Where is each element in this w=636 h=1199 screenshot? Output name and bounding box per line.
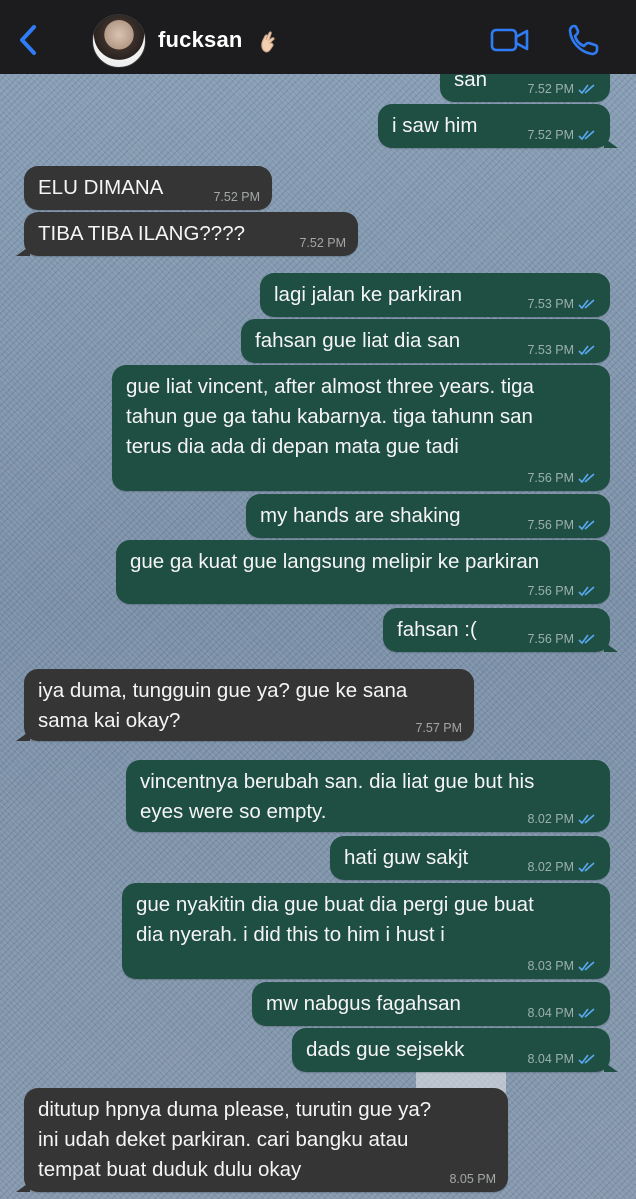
- avatar[interactable]: [92, 14, 146, 68]
- bubble-tail: [604, 138, 618, 148]
- bubble-tail: [16, 246, 30, 256]
- bubble-tail: [604, 1062, 618, 1072]
- message-time: 7.52 PM: [299, 236, 346, 250]
- message-text: TIBA TIBA ILANG????: [38, 222, 246, 245]
- bubble-tail: [16, 731, 30, 741]
- message-time: 7.52 PM: [527, 128, 574, 142]
- message-bubble-outgoing[interactable]: mw nabgus fagahsan 8.04 PM: [252, 982, 610, 1026]
- message-bubble-incoming[interactable]: TIBA TIBA ILANG???? 7.52 PM: [16, 212, 358, 256]
- message-time: 7.52 PM: [527, 82, 574, 96]
- message-bubble-incoming[interactable]: iya duma, tungguin gue ya? gue ke sana s…: [16, 669, 474, 741]
- read-ticks-icon: [578, 473, 595, 484]
- message-time: 7.56 PM: [527, 518, 574, 532]
- read-ticks-icon: [578, 1008, 595, 1019]
- read-ticks-icon: [578, 1054, 595, 1065]
- message-time: 8.02 PM: [527, 860, 574, 874]
- read-ticks-icon: [578, 299, 595, 310]
- message-bubble-outgoing[interactable]: fahsan :( 7.56 PM: [383, 608, 618, 652]
- message-time: 8.05 PM: [449, 1172, 496, 1186]
- read-ticks-icon: [578, 961, 595, 972]
- message-bubble-incoming[interactable]: ditutup hpnya duma please, turutin gue y…: [16, 1088, 508, 1192]
- read-ticks-icon: [578, 586, 595, 597]
- read-ticks-icon: [578, 345, 595, 356]
- contact-name[interactable]: fucksan: [158, 27, 243, 53]
- read-ticks-icon: [578, 634, 595, 645]
- read-ticks-icon: [578, 814, 595, 825]
- message-time: 8.03 PM: [527, 959, 574, 973]
- message-time: 8.04 PM: [527, 1006, 574, 1020]
- phone-icon[interactable]: [566, 22, 600, 58]
- message-time: 8.02 PM: [527, 812, 574, 826]
- message-text: iya duma, tungguin gue ya? gue ke sana s…: [38, 679, 408, 732]
- message-bubble-outgoing[interactable]: dads gue sejsekk 8.04 PM: [292, 1028, 618, 1072]
- read-ticks-icon: [578, 520, 595, 531]
- message-bubble-outgoing[interactable]: gue liat vincent, after almost three yea…: [112, 365, 610, 491]
- message-time: 7.53 PM: [527, 297, 574, 311]
- message-time: 7.56 PM: [527, 471, 574, 485]
- message-time: 8.04 PM: [527, 1052, 574, 1066]
- chevron-left-icon[interactable]: [14, 22, 44, 58]
- message-text: gue ga kuat gue langsung melipir ke park…: [130, 550, 540, 573]
- message-time: 7.53 PM: [527, 343, 574, 357]
- read-ticks-icon: [578, 84, 595, 95]
- message-bubble-outgoing[interactable]: gue ga kuat gue langsung melipir ke park…: [116, 540, 610, 604]
- message-text: gue liat vincent, after almost three yea…: [126, 375, 534, 458]
- message-bubble-outgoing[interactable]: my hands are shaking 7.56 PM: [246, 494, 610, 538]
- message-time: 7.56 PM: [527, 632, 574, 646]
- message-time: 7.56 PM: [527, 584, 574, 598]
- message-time: 7.57 PM: [415, 721, 462, 735]
- crossed-fingers-emoji-icon: [261, 31, 275, 53]
- read-ticks-icon: [578, 862, 595, 873]
- message-text: ditutup hpnya duma please, turutin gue y…: [38, 1098, 432, 1181]
- message-bubble-outgoing[interactable]: hati guw sakjt 8.02 PM: [330, 836, 610, 880]
- bubble-tail: [16, 1182, 30, 1192]
- message-bubble-outgoing[interactable]: fahsan gue liat dia san 7.53 PM: [241, 319, 610, 363]
- bubble-tail: [604, 642, 618, 652]
- video-camera-icon[interactable]: [490, 26, 530, 54]
- message-time: 7.52 PM: [213, 190, 260, 204]
- read-ticks-icon: [578, 130, 595, 141]
- message-bubble-incoming[interactable]: ELU DIMANA 7.52 PM: [24, 166, 272, 210]
- message-bubble-outgoing[interactable]: gue nyakitin dia gue buat dia pergi gue …: [122, 883, 610, 979]
- message-bubble-outgoing[interactable]: vincentnya berubah san. dia liat gue but…: [126, 760, 610, 832]
- chat-header: fucksan: [0, 0, 636, 74]
- message-bubble-outgoing[interactable]: i saw him 7.52 PM: [378, 104, 618, 148]
- message-text: gue nyakitin dia gue buat dia pergi gue …: [136, 893, 534, 946]
- message-bubble-outgoing[interactable]: lagi jalan ke parkiran 7.53 PM: [260, 273, 610, 317]
